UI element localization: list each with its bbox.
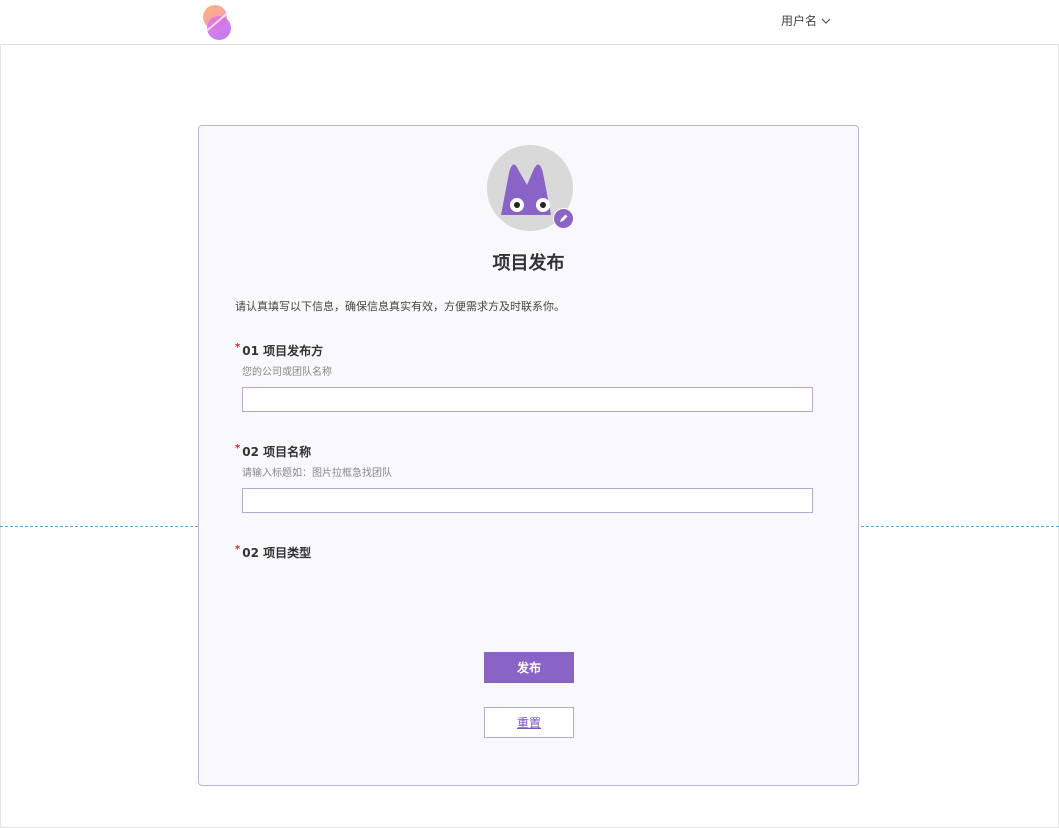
reset-button[interactable]: 重置 [484, 707, 574, 738]
page-title: 项目发布 [492, 253, 565, 274]
field-project-name-label-text: 02 项目名称 [242, 445, 312, 459]
field-project-type-label: * 02 项目类型 [235, 544, 311, 561]
edit-avatar-button[interactable] [553, 208, 574, 229]
field-project-name-hint: 请输入标题如：图片拉框急找团队 [242, 468, 392, 479]
chevron-down-icon [821, 18, 831, 24]
field-publisher-label-text: 01 项目发布方 [242, 344, 324, 358]
brand-logo-icon[interactable] [200, 3, 234, 43]
required-mark: * [235, 544, 241, 555]
field-project-name-label: * 02 项目名称 [235, 443, 311, 460]
field-publisher-label: * 01 项目发布方 [235, 342, 323, 359]
field-project-type-label-text: 02 项目类型 [242, 546, 312, 560]
field-publisher-hint: 您的公司或团队名称 [242, 367, 332, 378]
user-menu-label: 用户名 [781, 14, 818, 28]
project-name-input[interactable] [242, 488, 813, 513]
publisher-input[interactable] [242, 387, 813, 412]
project-publish-form: 项目发布 请认真填写以下信息，确保信息真实有效，方便需求方及时联系你。 * 01 … [198, 125, 859, 786]
publish-button[interactable]: 发布 [484, 652, 574, 683]
pencil-icon [560, 214, 568, 222]
top-bar: 用户名 [0, 0, 1059, 45]
user-menu[interactable]: 用户名 [781, 12, 831, 29]
required-mark: * [235, 342, 241, 353]
required-mark: * [235, 443, 241, 454]
intro-text: 请认真填写以下信息，确保信息真实有效，方便需求方及时联系你。 [235, 300, 565, 313]
